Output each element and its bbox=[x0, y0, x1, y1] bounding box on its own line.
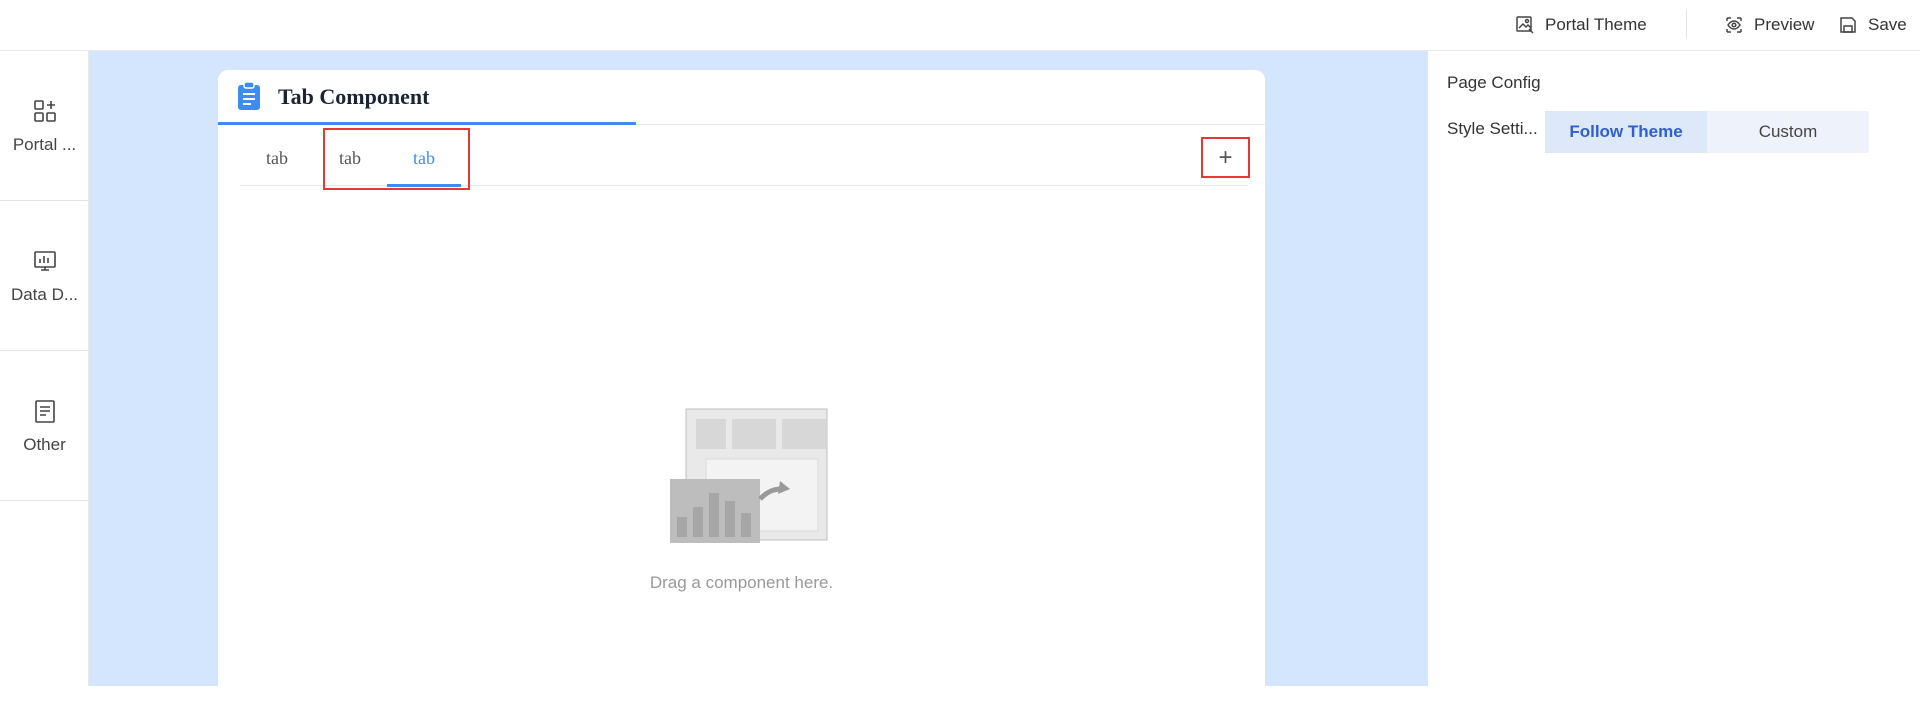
tab-selection-highlight bbox=[323, 128, 470, 190]
document-icon bbox=[34, 400, 55, 423]
chart-board-icon bbox=[33, 251, 56, 271]
add-tab-button[interactable]: + bbox=[1201, 137, 1250, 178]
portal-theme-button[interactable]: Portal Theme bbox=[1515, 12, 1647, 38]
style-segmented-control: Follow Theme Custom bbox=[1545, 111, 1869, 153]
follow-theme-option[interactable]: Follow Theme bbox=[1545, 111, 1707, 153]
portal-theme-label: Portal Theme bbox=[1545, 15, 1647, 34]
header-accent-line bbox=[218, 122, 636, 125]
empty-drop-zone[interactable]: Drag a component here. bbox=[218, 405, 1265, 593]
card-header: Tab Component bbox=[218, 70, 1265, 125]
sidebar-item-portal[interactable]: Portal ... bbox=[0, 51, 89, 201]
sidebar-item-label: Portal ... bbox=[12, 135, 77, 154]
component-grid-icon bbox=[33, 100, 56, 122]
save-button[interactable]: Save bbox=[1838, 12, 1907, 38]
sidebar-item-data[interactable]: Data D... bbox=[0, 201, 89, 351]
sidebar-item-other[interactable]: Other bbox=[0, 351, 89, 501]
plus-icon: + bbox=[1218, 143, 1233, 171]
custom-option[interactable]: Custom bbox=[1707, 111, 1869, 153]
save-icon bbox=[1840, 17, 1856, 33]
left-sidebar: Portal ... Data D... Other bbox=[0, 51, 89, 686]
tab-1[interactable]: tab bbox=[240, 126, 314, 186]
style-settings-label: Style Setti... bbox=[1447, 119, 1538, 138]
preview-button[interactable]: Preview bbox=[1724, 12, 1814, 38]
theme-image-icon bbox=[1516, 16, 1534, 34]
clipboard-icon bbox=[238, 81, 260, 110]
sidebar-item-label: Data D... bbox=[10, 285, 79, 304]
page-config-title: Page Config bbox=[1447, 73, 1541, 92]
preview-label: Preview bbox=[1754, 15, 1815, 34]
right-config-panel: Page Config Style Setti... Follow Theme … bbox=[1428, 51, 1920, 686]
card-title: Tab Component bbox=[278, 84, 430, 109]
top-bar: Portal Theme Preview Save bbox=[0, 0, 1920, 51]
eye-icon bbox=[1726, 17, 1742, 33]
empty-component-illustration bbox=[669, 408, 827, 543]
top-divider bbox=[1686, 10, 1687, 38]
save-label: Save bbox=[1868, 15, 1907, 34]
sidebar-item-label: Other bbox=[23, 435, 66, 454]
empty-hint-text: Drag a component here. bbox=[649, 573, 834, 592]
